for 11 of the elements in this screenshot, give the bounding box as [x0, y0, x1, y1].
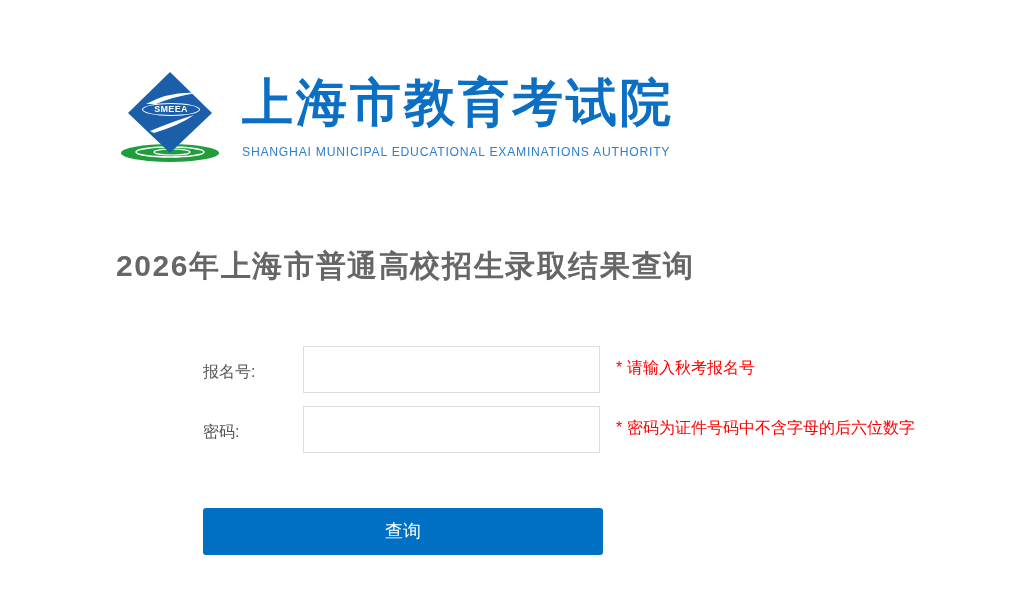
field-hint: * 请输入秋考报名号 — [616, 357, 755, 378]
site-title: 上海市教育考试院 — [242, 75, 674, 131]
field-hint: * 密码为证件号码中不含字母的后六位数字 — [616, 417, 915, 438]
field-label: 报名号: — [203, 361, 257, 382]
emblem-icon — [120, 71, 220, 163]
input-field[interactable] — [303, 406, 600, 453]
field-label: 密码: — [203, 421, 241, 442]
page-heading: 2026年上海市普通高校招生录取结果查询 — [116, 248, 695, 284]
input-field[interactable] — [303, 346, 600, 393]
submit-button[interactable]: 查询 — [203, 508, 603, 555]
site-subtitle: SHANGHAI MUNICIPAL EDUCATIONAL EXAMINATIONS AUTHORITY — [242, 145, 672, 159]
